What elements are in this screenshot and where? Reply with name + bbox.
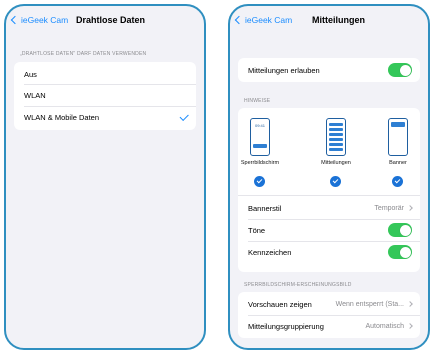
chevron-left-icon xyxy=(10,15,20,25)
chevron-right-icon xyxy=(407,301,413,307)
section-header: „DRAHTLOSE DATEN" DARF DATEN VERWENDEN xyxy=(20,51,147,57)
grouping-value: Automatisch xyxy=(365,323,413,330)
hints-card: 09:41 Sperrbildschirm Mitteilungen Banne… xyxy=(238,108,420,272)
preview-value: Wenn entsperrt (Sta... xyxy=(336,301,413,308)
allow-card: Mitteilungen erlauben xyxy=(238,58,420,82)
grouping-label: Mitteilungsgruppierung xyxy=(248,321,324,331)
style-label: Sperrbildschirm xyxy=(240,160,280,166)
badges-row: Kennzeichen xyxy=(248,244,412,260)
option-label: Aus xyxy=(24,69,37,79)
options-list: Aus WLAN WLAN & Mobile Daten xyxy=(14,62,196,130)
chevron-left-icon xyxy=(234,15,244,25)
notification-bar xyxy=(329,128,343,131)
phone-screen-wireless-data: ieGeek Cam Drahtlose Daten „DRAHTLOSE DA… xyxy=(4,4,206,350)
banner-style-row[interactable]: Bannerstil Temporär xyxy=(248,201,413,215)
allow-notifications-toggle[interactable] xyxy=(388,63,412,77)
divider xyxy=(248,315,420,316)
phone-screen-notifications: ieGeek Cam Mitteilungen Mitteilungen erl… xyxy=(228,4,430,350)
page-title: Mitteilungen xyxy=(312,15,365,25)
divider xyxy=(24,84,196,85)
sounds-label: Töne xyxy=(248,225,266,235)
notification-center-preview-icon[interactable] xyxy=(326,118,346,156)
banner-style-label: Bannerstil xyxy=(248,203,282,213)
page-title: Drahtlose Daten xyxy=(76,15,146,25)
option-off[interactable]: Aus xyxy=(24,68,188,80)
checkmark-circle-icon[interactable] xyxy=(392,176,403,187)
lock-screen-preview-icon[interactable]: 09:41 xyxy=(250,118,270,156)
sounds-row: Töne xyxy=(248,222,412,238)
chevron-right-icon xyxy=(407,205,413,211)
divider xyxy=(24,106,196,107)
badges-toggle[interactable] xyxy=(388,245,412,259)
divider xyxy=(248,219,420,220)
style-label: Banner xyxy=(389,160,407,166)
notification-bar xyxy=(329,138,343,141)
banner-preview-icon[interactable] xyxy=(388,118,408,156)
lock-appearance-card: Vorschauen zeigen Wenn entsperrt (Sta...… xyxy=(238,292,420,338)
preview-label: Vorschauen zeigen xyxy=(248,299,312,309)
grouping-row[interactable]: Mitteilungsgruppierung Automatisch xyxy=(248,319,413,333)
divider xyxy=(248,241,420,242)
sounds-toggle[interactable] xyxy=(388,223,412,237)
notification-bar xyxy=(329,148,343,151)
option-label: WLAN xyxy=(24,90,46,100)
checkmark-circle-icon[interactable] xyxy=(330,176,341,187)
back-button[interactable]: ieGeek Cam xyxy=(10,15,69,25)
notification-bar xyxy=(391,122,405,127)
hints-header: HINWEISE xyxy=(244,98,271,104)
nav-bar: ieGeek Cam Mitteilungen xyxy=(230,6,428,38)
option-wlan[interactable]: WLAN xyxy=(24,89,188,101)
banner-style-value: Temporär xyxy=(374,205,413,212)
notification-bar xyxy=(329,123,343,126)
preview-row[interactable]: Vorschauen zeigen Wenn entsperrt (Sta... xyxy=(248,297,413,311)
notification-bar xyxy=(329,143,343,146)
notification-bar xyxy=(329,133,343,136)
allow-notifications-row: Mitteilungen erlauben xyxy=(248,63,412,77)
notification-bar xyxy=(253,144,267,148)
nav-bar: ieGeek Cam Drahtlose Daten xyxy=(6,6,204,38)
checkmark-circle-icon[interactable] xyxy=(254,176,265,187)
lock-time: 09:41 xyxy=(254,123,265,128)
badges-label: Kennzeichen xyxy=(248,247,292,257)
back-label: ieGeek Cam xyxy=(245,15,293,25)
option-wlan-mobile[interactable]: WLAN & Mobile Daten xyxy=(24,111,188,123)
allow-label: Mitteilungen erlauben xyxy=(248,65,320,75)
chevron-right-icon xyxy=(407,323,413,329)
lock-appearance-header: SPERRBILDSCHIRM-ERSCHEINUNGSBILD xyxy=(244,282,352,288)
back-label: ieGeek Cam xyxy=(21,15,69,25)
option-label: WLAN & Mobile Daten xyxy=(24,112,100,122)
back-button[interactable]: ieGeek Cam xyxy=(234,15,293,25)
style-label: Mitteilungen xyxy=(321,160,351,166)
divider xyxy=(238,195,420,196)
